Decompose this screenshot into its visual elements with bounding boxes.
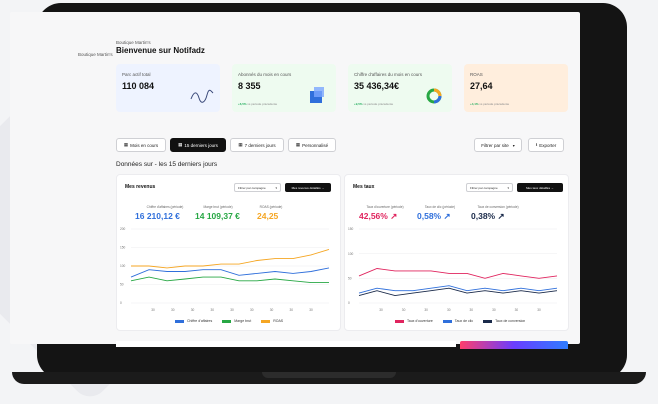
y-tick-label: 0 <box>348 301 350 305</box>
kpi-label: Taux de conversion (période) <box>477 205 519 209</box>
export-button[interactable]: ⭳ Exporter <box>528 138 564 152</box>
kpi-value: 110 084 <box>122 81 155 91</box>
chevron-down-icon: ▾ <box>507 185 509 190</box>
kpi-value: 24,25 <box>257 211 279 221</box>
kpi-value: 27,64 <box>470 81 493 91</box>
campaign-select[interactable]: Filtrer par campagne ▾ <box>234 183 281 192</box>
y-tick-label: 100 <box>348 252 354 256</box>
breadcrumb: Boutique Martin's <box>78 52 113 57</box>
kpi-value: 14 109,37 € <box>195 211 240 221</box>
series-line <box>358 268 558 279</box>
kpi-note: +6,5% vs période précédente <box>238 102 278 106</box>
bottom-panel <box>116 341 456 347</box>
x-tick-label: 30 <box>537 308 541 312</box>
filter-mois-en-cours[interactable]: ▦ Mois en cours <box>116 138 166 152</box>
series-line <box>131 248 330 269</box>
kpi-label: Chiffre d'affaires du mois en cours <box>354 72 422 77</box>
y-tick-label: 150 <box>120 246 126 250</box>
filter-15-jours[interactable]: ▦ 15 derniers jours <box>170 138 226 152</box>
kpi-value: 0,38% ↗ <box>471 211 505 221</box>
donut-icon <box>426 88 442 104</box>
x-tick-label: 30 <box>447 308 451 312</box>
legend-item: Taux de clic <box>442 319 473 323</box>
kpi-label: ROAS <box>470 72 483 77</box>
kpi-label: Taux d'ouverture (période) <box>366 205 404 209</box>
kpi-card-roas: ROAS 27,64 +4,1% vs période précédente <box>464 64 568 112</box>
x-tick-label: 30 <box>191 308 195 312</box>
x-tick-label: 30 <box>230 308 234 312</box>
revenus-chart: 200 150 100 50 0 30 30 30 30 30 30 30 30 30 <box>120 227 330 312</box>
filter-personnalise[interactable]: ▦ Personnalisé <box>288 138 336 152</box>
chevron-down-icon: ▾ <box>275 185 277 190</box>
x-tick-label: 30 <box>270 308 274 312</box>
panel-title: Mes revenus <box>125 184 156 190</box>
y-tick-label: 100 <box>120 264 126 268</box>
x-tick-label: 30 <box>309 308 313 312</box>
x-tick-label: 30 <box>515 308 519 312</box>
series-line <box>130 276 329 284</box>
x-tick-label: 30 <box>470 308 474 312</box>
legend-item: ROAS <box>261 319 283 323</box>
x-tick-label: 30 <box>171 308 175 312</box>
calendar-icon: ▦ <box>295 142 301 147</box>
x-tick-label: 30 <box>210 308 214 312</box>
chart-legend: Taux d'ouverture Taux de clic Taux de co… <box>395 319 525 323</box>
chevron-down-icon: ▾ <box>512 142 515 148</box>
x-tick-label: 30 <box>424 308 428 312</box>
x-tick-label: 30 <box>289 308 293 312</box>
x-tick-label: 30 <box>492 308 496 312</box>
kpi-note: +4,1% vs période précédente <box>470 102 510 106</box>
kpi-value: 42,56% ↗ <box>359 211 398 221</box>
calendar-icon: ▦ <box>123 142 129 147</box>
y-tick-label: 0 <box>120 301 122 305</box>
taux-chart: 150 100 50 0 30 30 30 30 30 30 30 30 <box>348 227 558 312</box>
breadcrumb-text: Boutique Martin's <box>116 40 151 45</box>
legend-item: Taux de conversion <box>483 319 525 323</box>
legend-item: Chiffre d'affaires <box>175 319 212 323</box>
kpi-card-abonnes: Abonnés du mois en cours 8 355 +6,5% vs … <box>232 64 336 112</box>
series-line <box>130 267 330 278</box>
kpi-label: Abonnés du mois en cours <box>238 72 292 77</box>
calendar-icon: ▦ <box>178 142 183 147</box>
legend-item: Marge brut <box>222 319 251 323</box>
filter-site-select[interactable]: Filtrer par site ▾ <box>474 138 522 152</box>
kpi-label: Parc actif total <box>122 72 151 77</box>
kpi-label: Chiffre d'affaires (période) <box>146 205 184 209</box>
laptop-notch <box>262 372 396 378</box>
gradient-banner <box>460 341 568 349</box>
filter-7-jours[interactable]: ▦ 7 derniers jours <box>230 138 284 152</box>
y-tick-label: 50 <box>348 277 352 281</box>
wave-icon <box>190 89 214 103</box>
kpi-label: ROAS (période) <box>259 205 283 209</box>
campaign-select[interactable]: Filtrer par campagne ▾ <box>466 183 513 192</box>
panel-title: Mes taux <box>353 184 375 190</box>
kpi-note: +9,5% vs période précédente <box>354 102 394 106</box>
section-label: Données sur - les 15 derniers jours <box>116 161 218 168</box>
chart-legend: Chiffre d'affaires Marge brut ROAS <box>175 319 283 323</box>
kpi-label: Marge brut (période) <box>203 205 233 209</box>
kpi-value: 16 210,12 € <box>135 211 180 221</box>
page-title: Bienvenue sur Notifadz <box>116 46 205 55</box>
x-tick-label: 30 <box>402 308 406 312</box>
details-button[interactable]: Mes revenus détaillés → <box>285 183 331 192</box>
kpi-value: 0,58% ↗ <box>417 211 451 221</box>
x-tick-label: 30 <box>379 308 383 312</box>
y-tick-label: 200 <box>120 227 126 231</box>
kpi-label: Taux de clic (période) <box>424 205 456 209</box>
legend-item: Taux d'ouverture <box>395 319 433 323</box>
kpi-value: 8 355 <box>238 81 261 91</box>
kpi-value: 35 436,34€ <box>354 81 400 91</box>
kpi-card-parc: Parc actif total 110 084 <box>116 64 220 112</box>
y-tick-label: 50 <box>120 283 124 287</box>
x-tick-label: 30 <box>151 308 155 312</box>
panel-taux: Mes taux Filtrer par campagne ▾ Mes taux … <box>344 174 569 331</box>
calendar-icon: ▦ <box>238 142 243 147</box>
x-tick-label: 30 <box>250 308 254 312</box>
details-button[interactable]: Mes taux détaillés → <box>517 183 563 192</box>
cube-icon <box>310 87 324 103</box>
y-tick-label: 150 <box>348 227 354 231</box>
download-icon: ⭳ <box>535 142 538 147</box>
panel-revenus: Mes revenus Filtrer par campagne ▾ Mes re… <box>116 174 341 331</box>
kpi-card-ca: Chiffre d'affaires du mois en cours 35 4… <box>348 64 452 112</box>
